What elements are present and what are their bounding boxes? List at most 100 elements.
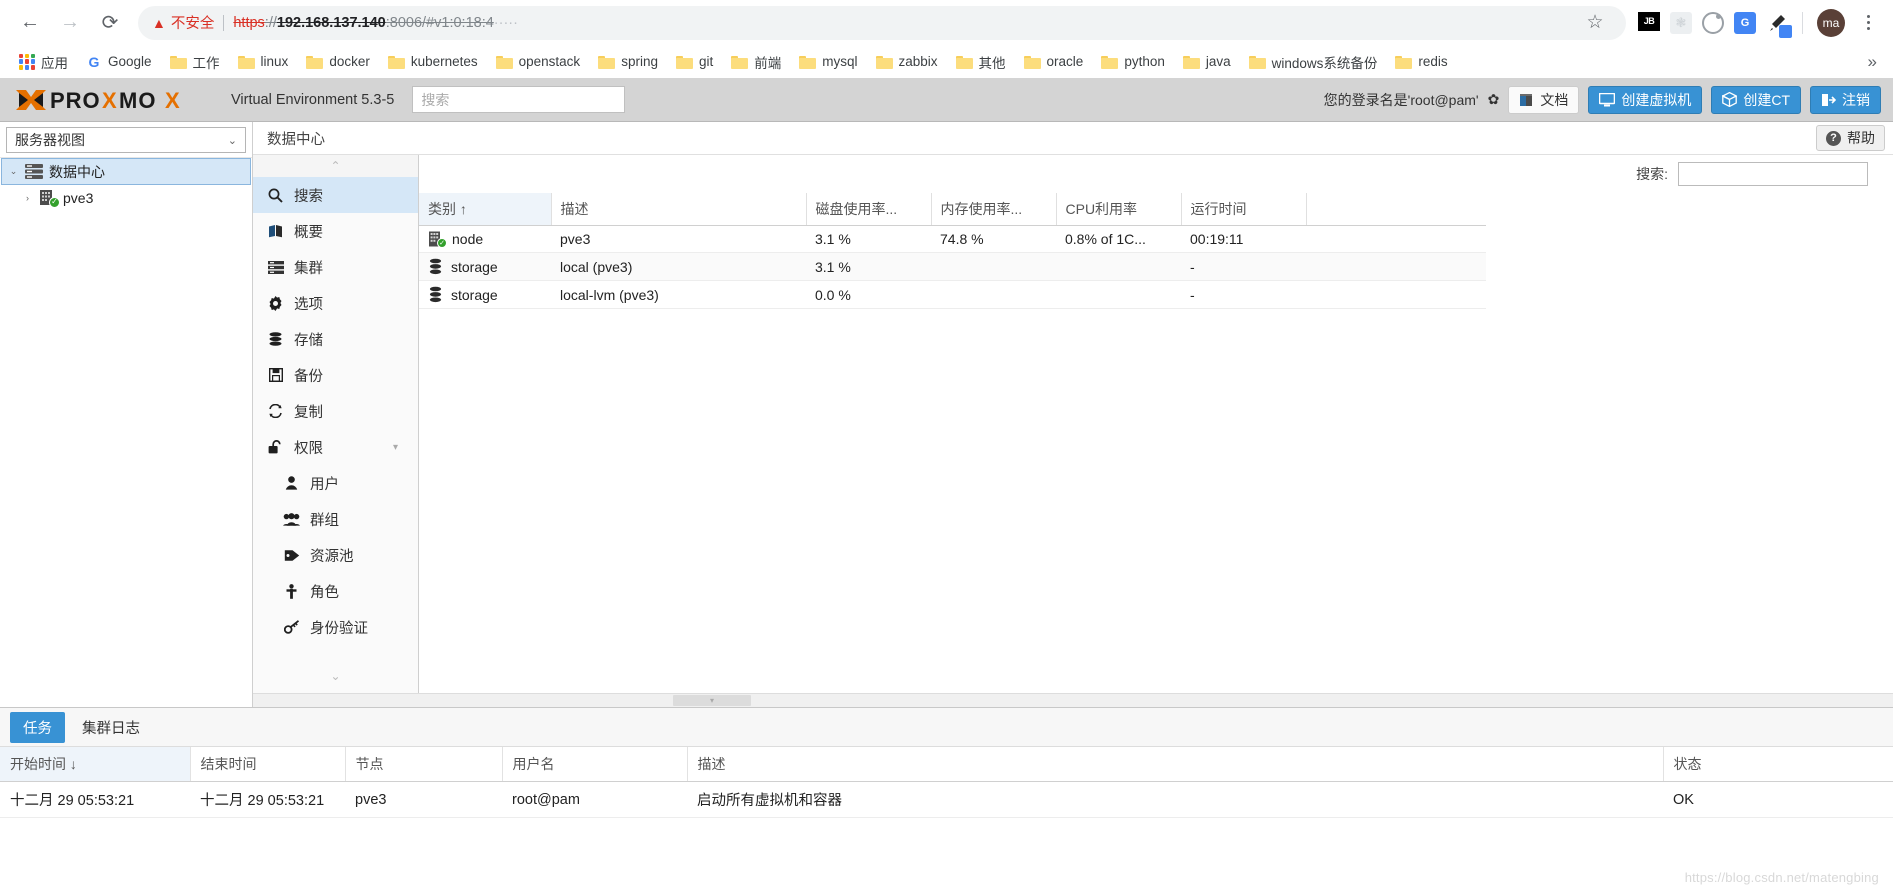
bookmarks-overflow-button[interactable]: »	[1862, 52, 1883, 72]
column-header-node[interactable]: 节点	[345, 747, 503, 782]
tab-cluster-log[interactable]: 集群日志	[69, 712, 153, 743]
bookmark-folder[interactable]: zabbix	[867, 50, 947, 73]
cell-disk: 3.1 %	[806, 225, 931, 253]
nav-scroll-up-icon[interactable]: ⌃	[253, 155, 418, 177]
column-header-disk[interactable]: 磁盘使用率...	[806, 193, 932, 226]
cell-type: ✓ node	[419, 225, 551, 253]
forward-button[interactable]: →	[52, 5, 88, 41]
chevron-down-icon[interactable]: ▾	[393, 442, 398, 453]
table-row[interactable]: 十二月 29 05:53:21 十二月 29 05:53:21 pve3 roo…	[0, 781, 1893, 818]
nav-item-permissions[interactable]: 权限 ▾	[253, 429, 418, 465]
gear-icon[interactable]: ✿	[1488, 91, 1500, 108]
nav-item-users[interactable]: 用户	[253, 465, 418, 501]
nav-item-cluster[interactable]: 集群	[253, 249, 418, 285]
tree-expand-icon[interactable]: ›	[22, 193, 33, 203]
column-header-status[interactable]: 状态	[1663, 747, 1893, 782]
panes: ⌃ 搜索 概要 集群 选项 存储 备份 复制 权限 ▾ 用户 群组 资源池 角色…	[253, 155, 1893, 693]
bookmark-apps[interactable]: 应用	[10, 48, 77, 76]
bookmark-folder[interactable]: redis	[1386, 50, 1456, 73]
nav-item-roles[interactable]: 角色	[253, 573, 418, 609]
tree-expand-icon[interactable]: ⌄	[8, 166, 19, 177]
nav-item-summary[interactable]: 概要	[253, 213, 418, 249]
view-selector[interactable]: 服务器视图 ⌄	[6, 127, 246, 153]
bookmark-folder[interactable]: windows系统备份	[1240, 48, 1387, 76]
book-icon	[1520, 93, 1533, 106]
bookmark-google[interactable]: G Google	[77, 50, 161, 74]
column-header-memory[interactable]: 内存使用率...	[931, 193, 1057, 226]
folder-icon	[875, 55, 893, 69]
nav-item-storage[interactable]: 存储	[253, 321, 418, 357]
folder-icon	[1248, 55, 1266, 69]
warning-triangle-icon: ▲	[152, 14, 166, 31]
bookmark-folder[interactable]: oracle	[1015, 50, 1093, 73]
logout-button[interactable]: 注销	[1810, 85, 1881, 114]
bookmark-star-icon[interactable]: ☆	[1578, 6, 1612, 40]
bookmark-folder[interactable]: 其他	[947, 48, 1015, 76]
column-header-cpu[interactable]: CPU利用率	[1056, 193, 1182, 226]
grid-search-input[interactable]	[1678, 162, 1868, 186]
nav-scroll-down-icon[interactable]: ⌄	[253, 659, 418, 693]
bookmark-folder[interactable]: openstack	[487, 50, 590, 73]
address-bar[interactable]: ▲ 不安全 https://192.168.137.140:8006/#v1:0…	[138, 5, 1626, 40]
colorpicker-swatch	[1779, 24, 1792, 38]
proxmox-logo[interactable]: PRO X MO X	[10, 78, 219, 121]
reload-button[interactable]: ⟳	[92, 5, 128, 41]
bookmark-folder[interactable]: spring	[589, 50, 667, 73]
bookmark-folder[interactable]: kubernetes	[379, 50, 487, 73]
column-header-description[interactable]: 描述	[687, 747, 1664, 782]
create-ct-button[interactable]: 创建CT	[1711, 85, 1801, 114]
nav-item-pools[interactable]: 资源池	[253, 537, 418, 573]
tree-item-datacenter[interactable]: ⌄ 数据中心	[1, 158, 251, 185]
column-header-username[interactable]: 用户名	[502, 747, 688, 782]
column-header-description[interactable]: 描述	[551, 193, 807, 226]
nav-item-authentication[interactable]: 身份验证	[253, 609, 418, 645]
colorpicker-icon[interactable]	[1766, 12, 1792, 38]
create-vm-button[interactable]: 创建虚拟机	[1588, 85, 1703, 114]
storage-icon	[428, 258, 443, 275]
create-vm-label: 创建虚拟机	[1621, 91, 1692, 108]
bookmark-folder[interactable]: git	[667, 50, 722, 73]
nav-item-label: 选项	[294, 296, 323, 313]
nav-item-backup[interactable]: 备份	[253, 357, 418, 393]
scrollbar-thumb[interactable]: ▾	[673, 695, 751, 706]
back-button[interactable]: ←	[12, 5, 48, 41]
svg-text:MO: MO	[119, 88, 156, 113]
horizontal-scrollbar[interactable]: ▾	[253, 693, 1893, 707]
folder-icon	[1182, 55, 1200, 69]
tab-tasks[interactable]: 任务	[10, 711, 65, 743]
tag-icon	[283, 549, 300, 562]
help-button[interactable]: ? 帮助	[1816, 125, 1885, 151]
nav-item-search[interactable]: 搜索	[253, 177, 418, 213]
cell-description: local (pve3)	[551, 252, 806, 281]
table-row[interactable]: storage local (pve3) 3.1 % -	[419, 252, 1486, 281]
table-row[interactable]: ✓ node pve3 3.1 % 74.8 % 0.8% of 1C... 0…	[419, 225, 1486, 253]
bookmark-folder[interactable]: docker	[297, 50, 379, 73]
tree-item-pve3[interactable]: › ✓ pve3	[0, 185, 252, 210]
bookmark-folder[interactable]: python	[1092, 50, 1174, 73]
google-translate-icon[interactable]: G	[1734, 11, 1756, 34]
column-header-uptime[interactable]: 运行时间	[1181, 193, 1307, 226]
bookmark-folder[interactable]: mysql	[790, 50, 866, 73]
cell-filler	[1306, 280, 1486, 309]
orbit-icon[interactable]	[1702, 11, 1724, 34]
puzzle-icon[interactable]: ❃	[1670, 11, 1692, 34]
docs-button[interactable]: 文档	[1508, 85, 1580, 114]
jetbrains-icon[interactable]: JB	[1638, 11, 1660, 34]
column-header-type[interactable]: 类别 ↑	[419, 193, 552, 226]
column-header-filler	[1306, 193, 1486, 226]
global-search-input[interactable]: 搜索	[412, 86, 626, 113]
bookmark-folder[interactable]: 工作	[161, 48, 229, 76]
bookmark-folder[interactable]: java	[1174, 50, 1240, 73]
bookmark-folder[interactable]: 前端	[722, 48, 790, 76]
bookmark-folder[interactable]: linux	[229, 50, 298, 73]
nav-item-replication[interactable]: 复制	[253, 393, 418, 429]
save-icon	[267, 368, 284, 382]
chrome-menu-icon[interactable]	[1855, 15, 1881, 30]
nav-item-label: 权限	[294, 440, 323, 457]
nav-item-options[interactable]: 选项	[253, 285, 418, 321]
avatar[interactable]: ma	[1817, 8, 1845, 37]
table-row[interactable]: storage local-lvm (pve3) 0.0 % -	[419, 280, 1486, 309]
column-header-end-time[interactable]: 结束时间	[190, 747, 346, 782]
nav-item-groups[interactable]: 群组	[253, 501, 418, 537]
column-header-start-time[interactable]: 开始时间 ↓	[0, 747, 191, 782]
